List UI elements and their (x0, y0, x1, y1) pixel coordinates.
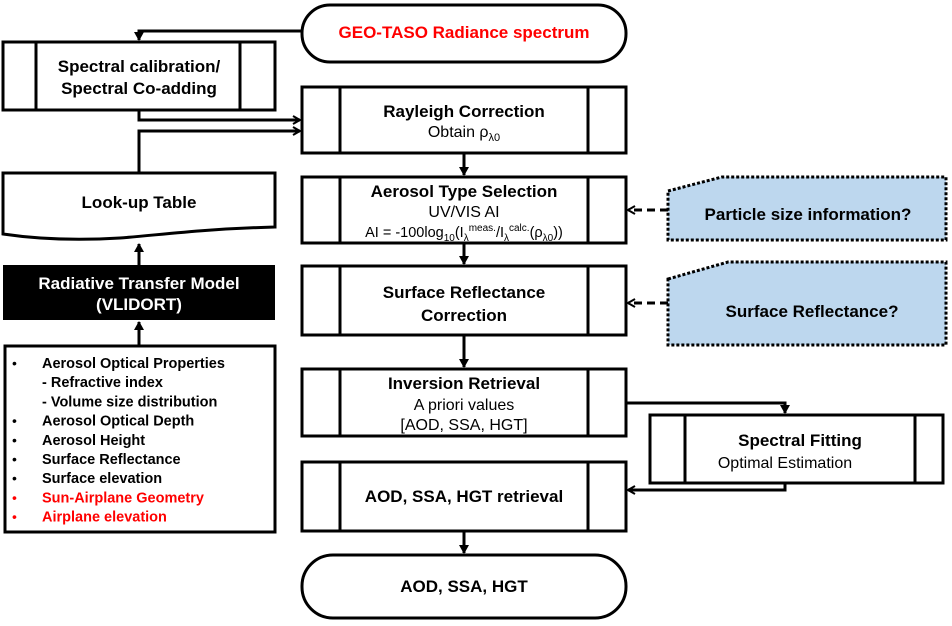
calibration-line2: Spectral Co-adding (61, 79, 217, 98)
surface-reflectance-callout: Surface Reflectance? (666, 260, 948, 347)
output-label: AOD, SSA, HGT (400, 577, 528, 596)
output-terminal: AOD, SSA, HGT (300, 553, 628, 620)
surface-line2: Correction (421, 306, 507, 325)
aerosol-type-title: Aerosol Type Selection (371, 182, 558, 201)
fitting-title: Spectral Fitting (738, 431, 862, 450)
bullet: • (12, 470, 17, 486)
retrieval-process: AOD, SSA, HGT retrieval (300, 460, 628, 533)
rtm-line2: (VLIDORT) (96, 295, 182, 314)
input-item: Aerosol Optical Properties (42, 356, 225, 372)
rayleigh-process: Rayleigh Correction Obtain ρλ0 (300, 85, 628, 155)
bullet: • (12, 509, 17, 525)
surface-line1: Surface Reflectance (383, 283, 546, 302)
lut-label: Look-up Table (82, 193, 197, 212)
inputs-list: • Aerosol Optical Properties - Refractive … (3, 344, 277, 534)
source-label: GEO-TASO Radiance spectrum (339, 23, 590, 42)
surface-reflectance-label: Surface Reflectance? (726, 302, 899, 321)
fitting-process: Spectral Fitting Optimal Estimation (648, 413, 945, 485)
inversion-line2: A priori values (414, 397, 515, 414)
inversion-line3: [AOD, SSA, HGT] (400, 417, 527, 434)
inversion-process: Inversion Retrieval A priori values [AOD… (300, 367, 628, 438)
rayleigh-title: Rayleigh Correction (383, 102, 545, 121)
particle-size-callout: Particle size information? (666, 175, 948, 242)
bullet: • (12, 451, 17, 467)
lut-document: Look-up Table (1, 171, 277, 241)
flowchart: GEO-TASO Radiance spectrum Spectral cali… (1, 3, 948, 620)
source-terminal: GEO-TASO Radiance spectrum (300, 3, 628, 64)
input-item: Sun-Airplane Geometry (42, 490, 204, 506)
aerosol-type-sub: UV/VIS AI (428, 204, 499, 221)
calibration-line1: Spectral calibration/ (58, 57, 221, 76)
aerosol-type-process: Aerosol Type Selection UV/VIS AI AI = -1… (300, 175, 628, 245)
bullet: • (12, 413, 17, 429)
fitting-sub: Optimal Estimation (718, 455, 852, 472)
input-item: Surface Reflectance (42, 452, 181, 468)
input-item: Aerosol Optical Depth (42, 414, 194, 430)
input-item: Airplane elevation (42, 510, 167, 526)
input-item: Surface elevation (42, 471, 162, 487)
input-item: Aerosol Height (42, 433, 145, 449)
bullet: • (12, 432, 17, 448)
input-item: - Volume size distribution (42, 394, 217, 410)
rtm-line1: Radiative Transfer Model (38, 274, 239, 293)
inversion-title: Inversion Retrieval (388, 374, 540, 393)
calibration-process: Spectral calibration/ Spectral Co-adding (1, 40, 277, 112)
rtm-box: Radiative Transfer Model (VLIDORT) (3, 265, 275, 320)
surface-process: Surface Reflectance Correction (300, 264, 628, 337)
bullet: • (12, 489, 17, 505)
bullet: • (12, 355, 17, 371)
particle-size-label: Particle size information? (705, 205, 912, 224)
retrieval-label: AOD, SSA, HGT retrieval (365, 487, 563, 506)
input-item: - Refractive index (42, 375, 163, 391)
